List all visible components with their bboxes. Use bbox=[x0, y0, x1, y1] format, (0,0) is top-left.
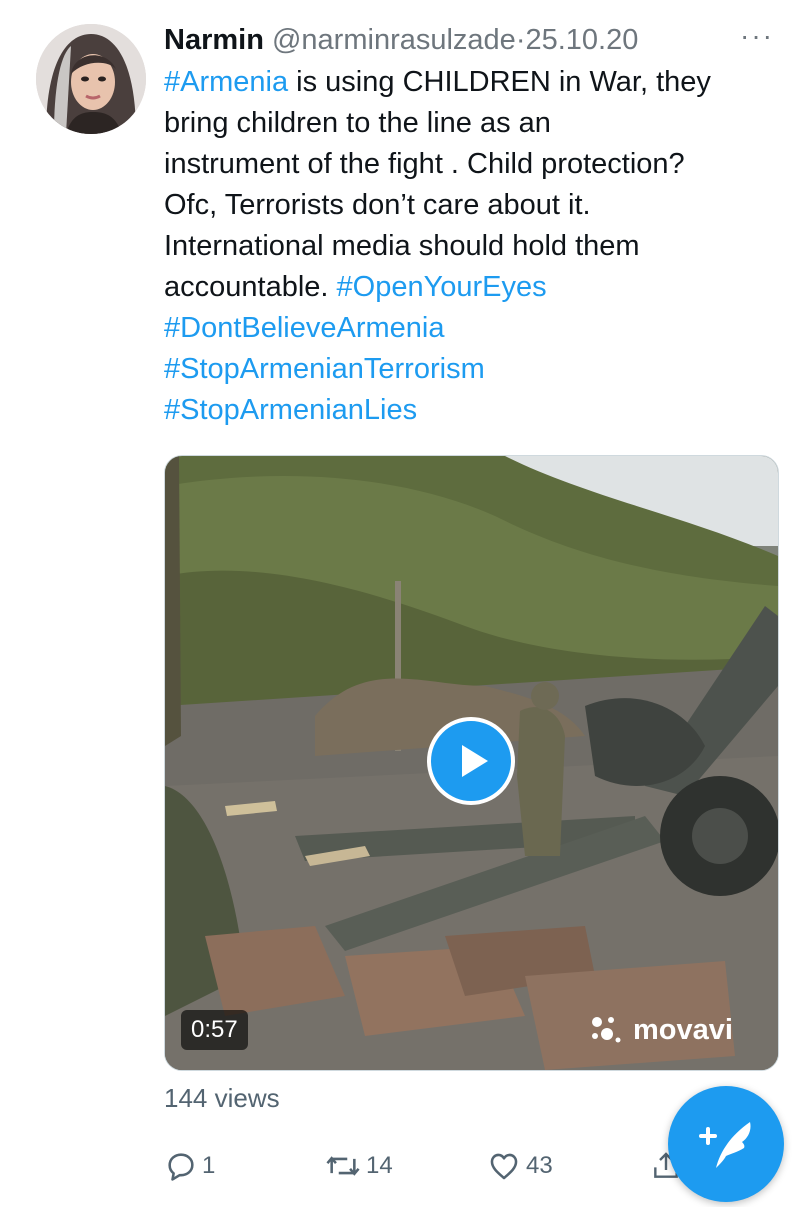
compose-icon bbox=[699, 1122, 751, 1168]
more-icon[interactable]: ··· bbox=[734, 22, 780, 58]
compose-button[interactable] bbox=[668, 1086, 784, 1202]
video-duration: 0:57 bbox=[181, 1010, 248, 1050]
tweet-text-segment: is using CHILDREN in War, they bbox=[288, 66, 711, 98]
like-icon bbox=[490, 1153, 518, 1180]
tweet-text-line: #DontBelieveArmenia bbox=[164, 308, 794, 349]
hashtag-link[interactable]: #StopArmenianLies bbox=[164, 394, 417, 426]
play-button[interactable] bbox=[427, 717, 515, 805]
tweet-text-line: #Armenia is using CHILDREN in War, they bbox=[164, 62, 794, 103]
author-name[interactable]: Narmin bbox=[164, 24, 264, 56]
tweet-text-line: accountable. #OpenYourEyes bbox=[164, 267, 794, 308]
tweet-text-segment: instrument of the fight . Child protecti… bbox=[164, 148, 685, 180]
hashtag-link[interactable]: #StopArmenianTerrorism bbox=[164, 353, 485, 385]
hashtag-link[interactable]: #Armenia bbox=[164, 66, 288, 98]
avatar-image bbox=[36, 24, 146, 134]
retweet-count: 14 bbox=[366, 1152, 393, 1179]
hashtag-link[interactable]: #DontBelieveArmenia bbox=[164, 312, 444, 344]
like-count: 43 bbox=[526, 1152, 553, 1179]
tweet-date[interactable]: 25.10.20 bbox=[525, 24, 638, 56]
reply-button[interactable]: 1 bbox=[164, 1146, 215, 1186]
tweet-text-segment: bring children to the line as an bbox=[164, 107, 551, 139]
action-bar: 1 14 43 bbox=[164, 1146, 684, 1186]
hashtag-link[interactable]: #OpenYourEyes bbox=[337, 271, 547, 303]
tweet-text-segment: accountable. bbox=[164, 271, 337, 303]
reply-icon bbox=[168, 1153, 194, 1181]
tweet-text-line: International media should hold them bbox=[164, 226, 794, 267]
watermark: movavi bbox=[585, 1008, 733, 1052]
author-handle[interactable]: @narminrasulzade bbox=[272, 24, 516, 56]
tweet-text-line: #StopArmenianTerrorism bbox=[164, 349, 794, 390]
movavi-logo-icon bbox=[592, 1017, 621, 1043]
like-button[interactable]: 43 bbox=[486, 1146, 553, 1186]
tweet-header: Narmin @narminrasulzade·25.10.20 bbox=[164, 22, 784, 58]
tweet-text-line: #StopArmenianLies bbox=[164, 390, 794, 431]
tweet-text-segment: Ofc, Terrorists don’t care about it. bbox=[164, 189, 591, 221]
retweet-icon bbox=[326, 1156, 360, 1176]
view-count: 144 views bbox=[164, 1083, 280, 1113]
tweet-text: #Armenia is using CHILDREN in War, they b… bbox=[164, 62, 794, 431]
tweet-text-line: bring children to the line as an bbox=[164, 103, 794, 144]
avatar[interactable] bbox=[36, 24, 146, 134]
watermark-text: movavi bbox=[633, 1014, 733, 1046]
tweet-text-line: Ofc, Terrorists don’t care about it. bbox=[164, 185, 794, 226]
tweet-text-line: instrument of the fight . Child protecti… bbox=[164, 144, 794, 185]
play-icon bbox=[462, 745, 488, 777]
tweet-text-segment: International media should hold them bbox=[164, 230, 640, 262]
reply-count: 1 bbox=[202, 1152, 216, 1179]
retweet-button[interactable]: 14 bbox=[324, 1146, 393, 1186]
video-player[interactable]: 0:57 movavi bbox=[164, 455, 779, 1071]
